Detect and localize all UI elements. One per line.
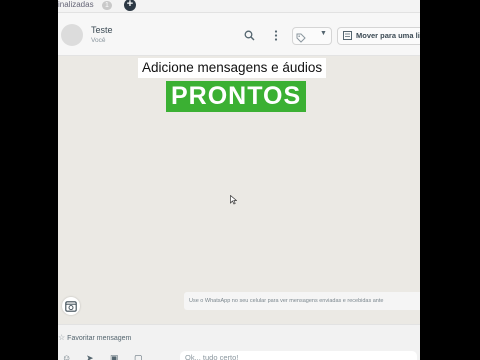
overlay-caption-line2: PRONTOS [166,81,307,112]
schedule-button[interactable] [62,297,80,315]
contact-subtitle: Você [91,37,106,44]
star-icon: ☆ [58,333,66,342]
chat-area: Adicione mensagens e áudios PRONTOS Use … [58,56,420,324]
avatar[interactable] [61,24,83,46]
more-vert-icon[interactable] [269,28,283,42]
cursor-icon [230,192,238,210]
count-badge: 1 [102,1,112,10]
info-bubble: Use o WhatsApp no seu celular para ver m… [184,292,420,310]
add-button[interactable]: + [124,0,136,11]
tab-finalizadas[interactable]: inalizadas [58,0,94,10]
tag-select[interactable]: ▼ [292,27,332,45]
contact-name[interactable]: Teste [91,25,113,35]
attach-icon[interactable]: ➤ [86,353,98,360]
top-tabs-strip: inalizadas 1 + [58,0,420,13]
search-icon[interactable] [242,28,256,42]
image-icon[interactable]: ▣ [110,353,122,360]
composer-footer: ☆ Favoritar mensagem ☺ ➤ ▣ ▢ Ok... tudo c… [58,324,420,360]
favorite-label: Favoritar mensagem [67,335,132,342]
overlay-caption-line1: Adicione mensagens e áudios [138,58,327,78]
tag-icon [296,30,306,48]
emoji-icon[interactable]: ☺ [62,353,74,360]
move-icon [343,31,352,42]
move-to-list-button[interactable]: Mover para uma li [337,27,420,45]
chevron-down-icon: ▼ [320,30,327,37]
favorite-message-button[interactable]: ☆ Favoritar mensagem [58,333,131,342]
whatsapp-crm-app: inalizadas 1 + Teste Você ▼ Mover para u… [58,0,420,360]
move-button-label: Mover para uma li [356,31,420,40]
document-icon[interactable]: ▢ [134,353,146,360]
message-input[interactable]: Ok... tudo certo! [180,351,417,360]
chat-header: Teste Você ▼ Mover para uma li [58,13,420,56]
